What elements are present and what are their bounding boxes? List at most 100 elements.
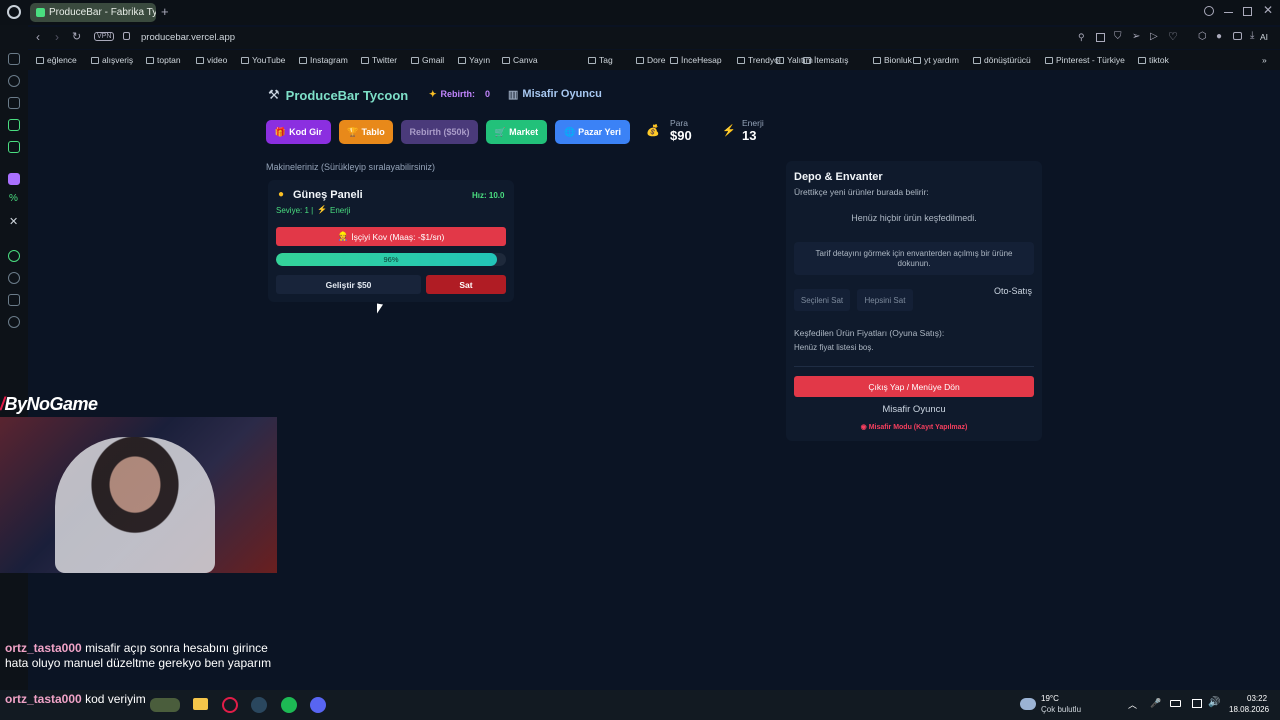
machine-card[interactable]: ● Güneş Paneli Hız: 10.0 Seviye: 1 | ⚡ E… xyxy=(268,180,514,302)
gift-icon: 🎁 xyxy=(274,126,287,137)
bookmark-label: eğlence xyxy=(47,55,77,65)
network-icon[interactable] xyxy=(1192,699,1202,708)
sell-selected-button[interactable]: Seçileni Sat xyxy=(794,289,850,311)
send-icon[interactable]: ➢ xyxy=(1132,31,1140,42)
tray-chevron-icon[interactable]: ︿ xyxy=(1128,698,1137,711)
tablo-button[interactable]: 🏆 Tablo xyxy=(339,120,393,144)
bookmark-item[interactable]: tiktok xyxy=(1138,55,1169,65)
bookmark-item[interactable]: Bionluk xyxy=(873,55,912,65)
red-dot-icon: ◉ xyxy=(860,424,867,431)
search-tabs-icon[interactable] xyxy=(1204,6,1214,16)
more-bookmarks-icon[interactable]: » xyxy=(1262,55,1267,65)
sidebar-clock-icon[interactable] xyxy=(8,272,20,284)
profile-icon[interactable]: ● xyxy=(1216,31,1222,42)
tab-title: ProduceBar - Fabrika Tycoo xyxy=(49,7,156,18)
bookmark-item[interactable]: Canva xyxy=(502,55,538,65)
bookmark-label: Tag xyxy=(599,55,613,65)
url-field[interactable]: producebar.vercel.app xyxy=(141,32,235,43)
rebirth-label: Rebirth: xyxy=(440,89,476,99)
sidebar-wallet-icon[interactable] xyxy=(8,53,20,65)
sell-all-button[interactable]: Hepsini Sat xyxy=(857,289,913,311)
bookmark-item[interactable]: toptan xyxy=(146,55,181,65)
upgrade-button[interactable]: Geliştir $50 xyxy=(276,275,421,294)
vpn-badge[interactable]: VPN xyxy=(94,32,115,41)
close-window-button[interactable]: ✕ xyxy=(1263,3,1273,17)
ai-button[interactable]: AI xyxy=(1260,32,1268,42)
bookmark-folder-icon xyxy=(1138,56,1146,64)
snapshot-icon[interactable] xyxy=(1096,33,1105,42)
bookmark-item[interactable]: İnceHesap xyxy=(670,55,722,65)
bookmark-folder-icon xyxy=(873,56,881,64)
sell-machine-button[interactable]: Sat xyxy=(426,275,506,294)
download-icon[interactable]: ⤓ xyxy=(1250,30,1254,41)
bookmark-item[interactable]: video xyxy=(196,55,227,65)
volume-icon[interactable]: 🔊 xyxy=(1208,697,1220,708)
bookmark-item[interactable]: İtemsatış xyxy=(803,55,848,65)
clock-time[interactable]: 03:22 xyxy=(1247,694,1267,703)
bookmark-item[interactable]: Trendyol xyxy=(737,55,781,65)
clock-date[interactable]: 18.08.2026 xyxy=(1229,705,1269,714)
bookmark-item[interactable]: Instagram xyxy=(299,55,348,65)
maximize-button[interactable] xyxy=(1243,7,1252,16)
minimize-button[interactable] xyxy=(1224,12,1233,13)
bookmark-item[interactable]: YouTube xyxy=(241,55,285,65)
sidebar-percent-icon[interactable]: % xyxy=(9,193,18,204)
logout-button[interactable]: Çıkış Yap / Menüye Dön xyxy=(794,376,1034,397)
reload-icon[interactable]: ↻ xyxy=(72,30,81,43)
sidebar-twitch-icon[interactable] xyxy=(8,173,20,185)
opera-logo-icon[interactable] xyxy=(7,5,21,19)
bookmark-folder-icon xyxy=(458,56,466,64)
fire-worker-button[interactable]: 👷 İşçiyi Kov (Maaş: -$1/sn) xyxy=(276,227,506,246)
bookmark-folder-icon xyxy=(36,56,44,64)
cart-icon: 🛒 xyxy=(494,126,507,137)
bookmark-item[interactable]: Tag xyxy=(588,55,613,65)
webcam-feed xyxy=(0,417,277,573)
machine-level: Seviye: 1 | xyxy=(276,206,314,215)
sidebar-bookmarks-icon[interactable] xyxy=(8,97,20,109)
guest-mode-note: ◉ Misafir Modu (Kayıt Yapılmaz) xyxy=(786,423,1042,431)
prices-title: Keşfedilen Ürün Fiyatları (Oyuna Satış): xyxy=(794,328,945,338)
market-button[interactable]: 🛒 Market xyxy=(486,120,547,144)
address-bar-row: ‹ › ↻ VPN producebar.vercel.app ⚲ ⛉ ➢ ▷ … xyxy=(28,27,1280,49)
kod-gir-button[interactable]: 🎁 Kod Gir xyxy=(266,120,331,144)
sidebar-extensions-icon[interactable] xyxy=(8,294,20,306)
sidebar-game-icon[interactable] xyxy=(8,119,20,131)
wallet-icon[interactable] xyxy=(1233,32,1242,40)
discord-icon[interactable] xyxy=(310,697,326,713)
bookmark-item[interactable]: Dore xyxy=(636,55,665,65)
sidebar-messenger-icon[interactable] xyxy=(8,141,20,153)
bookmark-item[interactable]: Pinterest - Türkiye xyxy=(1045,55,1125,65)
auto-sell-toggle[interactable]: Oto-Satış xyxy=(994,286,1032,296)
mic-icon[interactable]: 🎤 xyxy=(1150,698,1161,709)
bookmark-item[interactable]: eğlence xyxy=(36,55,77,65)
bookmark-item[interactable]: Twitter xyxy=(361,55,397,65)
bookmark-folder-icon xyxy=(196,56,204,64)
pazar-yeri-button[interactable]: 🌐 Pazar Yeri xyxy=(555,120,630,144)
inventory-panel: Depo & Envanter Ürettikçe yeni ürünler b… xyxy=(786,161,1042,441)
spotify-icon[interactable] xyxy=(281,697,297,713)
heart-icon[interactable]: ♡ xyxy=(1168,30,1178,43)
new-tab-button[interactable]: + xyxy=(161,4,169,19)
sidebar-x-icon[interactable]: ✕ xyxy=(9,215,18,228)
bookmark-item[interactable]: dönüştürücü xyxy=(973,55,1031,65)
bookmark-item[interactable]: Yayın xyxy=(458,55,490,65)
tab-favicon-icon xyxy=(36,8,45,17)
keyboard-icon[interactable] xyxy=(1170,700,1181,707)
bookmark-item[interactable]: alışveriş xyxy=(91,55,133,65)
rebirth-button[interactable]: Rebirth ($50k) xyxy=(401,120,478,144)
play-icon[interactable]: ▷ xyxy=(1150,31,1158,42)
forward-icon[interactable]: › xyxy=(55,30,59,44)
bookmark-label: Bionluk xyxy=(884,55,912,65)
sidebar-settings-icon[interactable] xyxy=(8,316,20,328)
shield-icon[interactable]: ⛉ xyxy=(1114,31,1122,42)
bookmark-item[interactable]: yt yardım xyxy=(913,55,959,65)
back-icon[interactable]: ‹ xyxy=(36,30,40,44)
worker-icon: 👷 xyxy=(337,231,349,241)
extensions-icon[interactable]: ⬡ xyxy=(1198,31,1207,42)
bookmark-folder-icon xyxy=(803,56,811,64)
bookmark-item[interactable]: Gmail xyxy=(411,55,444,65)
sidebar-history-icon[interactable] xyxy=(8,75,20,87)
pin-icon[interactable]: ⚲ xyxy=(1078,32,1085,43)
browser-tab[interactable]: ProduceBar - Fabrika Tycoo xyxy=(30,3,156,22)
sidebar-player-icon[interactable] xyxy=(8,250,20,262)
